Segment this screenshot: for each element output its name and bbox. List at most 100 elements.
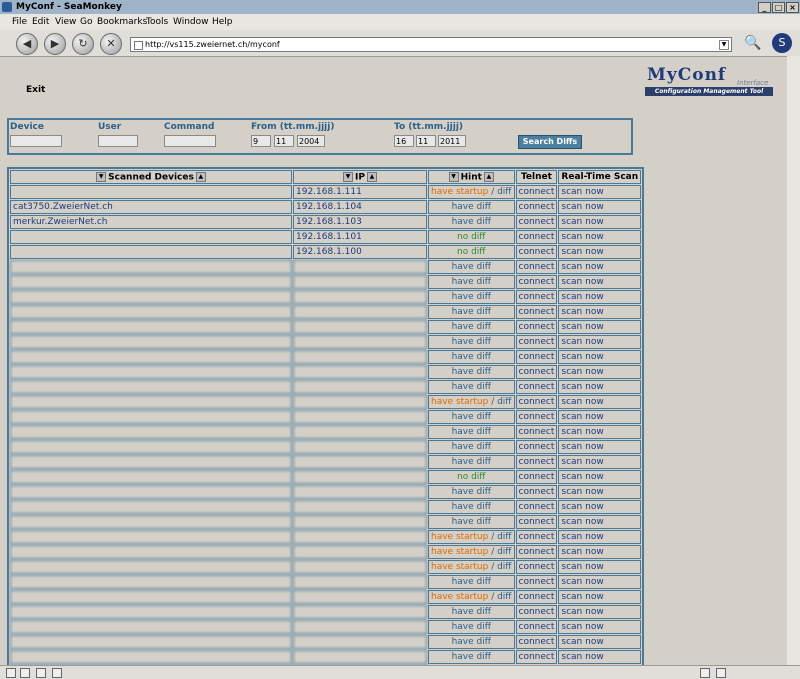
connect-link[interactable]: connect — [515, 320, 558, 334]
from-day-input[interactable] — [251, 135, 271, 147]
to-year-input[interactable] — [438, 135, 466, 147]
device-cell[interactable] — [10, 650, 292, 664]
device-cell[interactable] — [10, 620, 292, 634]
hint-text[interactable]: have diff — [452, 412, 491, 422]
hint-text[interactable]: have startup — [431, 532, 488, 542]
device-cell[interactable] — [10, 560, 292, 574]
connect-link[interactable]: connect — [515, 470, 558, 484]
scan-now-link[interactable]: scan now — [558, 620, 642, 634]
device-cell[interactable] — [10, 365, 292, 379]
search-tool-icon[interactable]: 🔍 — [740, 34, 766, 52]
reload-icon[interactable]: ↻ — [72, 33, 94, 55]
connect-link[interactable]: connect — [515, 290, 558, 304]
connect-link[interactable]: connect — [515, 635, 558, 649]
forward-icon[interactable]: ▶ — [44, 33, 66, 55]
scan-now-link[interactable]: scan now — [558, 200, 642, 214]
scan-now-link[interactable]: scan now — [558, 365, 642, 379]
connect-link[interactable]: connect — [515, 260, 558, 274]
scan-now-link[interactable]: scan now — [558, 320, 642, 334]
scan-now-link[interactable]: scan now — [558, 500, 642, 514]
composer-icon[interactable] — [36, 668, 46, 678]
hint-text[interactable]: have diff — [452, 382, 491, 392]
to-day-input[interactable] — [394, 135, 414, 147]
back-icon[interactable]: ◀ — [16, 33, 38, 55]
connect-link[interactable]: connect — [515, 305, 558, 319]
sort-up-icon[interactable]: ▲ — [366, 171, 377, 182]
device-cell[interactable] — [10, 185, 292, 199]
scan-now-link[interactable]: scan now — [558, 425, 642, 439]
from-month-input[interactable] — [274, 135, 294, 147]
diff-link[interactable]: diff — [497, 187, 511, 197]
hint-text[interactable]: have startup — [431, 187, 488, 197]
device-cell[interactable] — [10, 425, 292, 439]
connect-link[interactable]: connect — [515, 380, 558, 394]
scan-now-link[interactable]: scan now — [558, 350, 642, 364]
device-cell[interactable] — [10, 590, 292, 604]
connect-link[interactable]: connect — [515, 530, 558, 544]
device-cell[interactable]: merkur.ZweierNet.ch — [10, 215, 292, 229]
connect-link[interactable]: connect — [515, 500, 558, 514]
scan-now-link[interactable]: scan now — [558, 185, 642, 199]
hint-text[interactable]: no diff — [457, 472, 486, 482]
hint-text[interactable]: have diff — [452, 442, 491, 452]
scan-now-link[interactable]: scan now — [558, 485, 642, 499]
hint-text[interactable]: no diff — [457, 232, 486, 242]
device-cell[interactable] — [10, 605, 292, 619]
url-bar[interactable]: ▼ — [130, 37, 732, 52]
sort-down-icon[interactable]: ▼ — [343, 171, 354, 182]
scan-now-link[interactable]: scan now — [558, 470, 642, 484]
scan-now-link[interactable]: scan now — [558, 275, 642, 289]
connect-link[interactable]: connect — [515, 560, 558, 574]
scan-now-link[interactable]: scan now — [558, 335, 642, 349]
device-cell[interactable] — [10, 470, 292, 484]
mail-icon[interactable] — [20, 668, 30, 678]
diff-link[interactable]: diff — [497, 397, 511, 407]
hint-text[interactable]: have diff — [452, 457, 491, 467]
sort-up-icon[interactable]: ▲ — [195, 171, 206, 182]
url-input[interactable] — [145, 38, 705, 51]
hint-text[interactable]: have diff — [452, 322, 491, 332]
hint-text[interactable]: have diff — [452, 487, 491, 497]
scan-now-link[interactable]: scan now — [558, 530, 642, 544]
connect-link[interactable]: connect — [515, 365, 558, 379]
hint-text[interactable]: have diff — [452, 352, 491, 362]
scan-now-link[interactable]: scan now — [558, 545, 642, 559]
scan-now-link[interactable]: scan now — [558, 650, 642, 664]
scan-now-link[interactable]: scan now — [558, 290, 642, 304]
connect-link[interactable]: connect — [515, 425, 558, 439]
connect-link[interactable]: connect — [515, 230, 558, 244]
vertical-scrollbar[interactable] — [787, 56, 800, 665]
menu-view[interactable]: View — [55, 14, 76, 30]
hint-text[interactable]: have diff — [452, 277, 491, 287]
menu-tools[interactable]: Tools — [146, 14, 168, 30]
sort-down-icon[interactable]: ▼ — [448, 171, 459, 182]
hint-text[interactable]: have diff — [452, 217, 491, 227]
url-dropdown-icon[interactable]: ▼ — [719, 40, 729, 50]
connect-link[interactable]: connect — [515, 335, 558, 349]
hint-text[interactable]: have diff — [452, 652, 491, 662]
sort-down-icon[interactable]: ▼ — [96, 171, 107, 182]
hint-text[interactable]: have diff — [452, 367, 491, 377]
connect-link[interactable]: connect — [515, 590, 558, 604]
scan-now-link[interactable]: scan now — [558, 245, 642, 259]
menu-bookmarks[interactable]: Bookmarks — [97, 14, 147, 30]
scan-now-link[interactable]: scan now — [558, 455, 642, 469]
connect-link[interactable]: connect — [515, 485, 558, 499]
hint-text[interactable]: have diff — [452, 427, 491, 437]
device-cell[interactable] — [10, 305, 292, 319]
hint-text[interactable]: have diff — [452, 337, 491, 347]
scan-now-link[interactable]: scan now — [558, 230, 642, 244]
scan-now-link[interactable]: scan now — [558, 395, 642, 409]
scan-now-link[interactable]: scan now — [558, 380, 642, 394]
connect-link[interactable]: connect — [515, 455, 558, 469]
close-icon[interactable]: × — [786, 2, 799, 13]
hint-text[interactable]: have startup — [431, 592, 488, 602]
scan-now-link[interactable]: scan now — [558, 605, 642, 619]
device-cell[interactable] — [10, 260, 292, 274]
address-book-icon[interactable] — [52, 668, 62, 678]
connect-link[interactable]: connect — [515, 215, 558, 229]
connect-link[interactable]: connect — [515, 410, 558, 424]
hint-text[interactable]: have diff — [452, 607, 491, 617]
connect-link[interactable]: connect — [515, 545, 558, 559]
hint-text[interactable]: have startup — [431, 547, 488, 557]
